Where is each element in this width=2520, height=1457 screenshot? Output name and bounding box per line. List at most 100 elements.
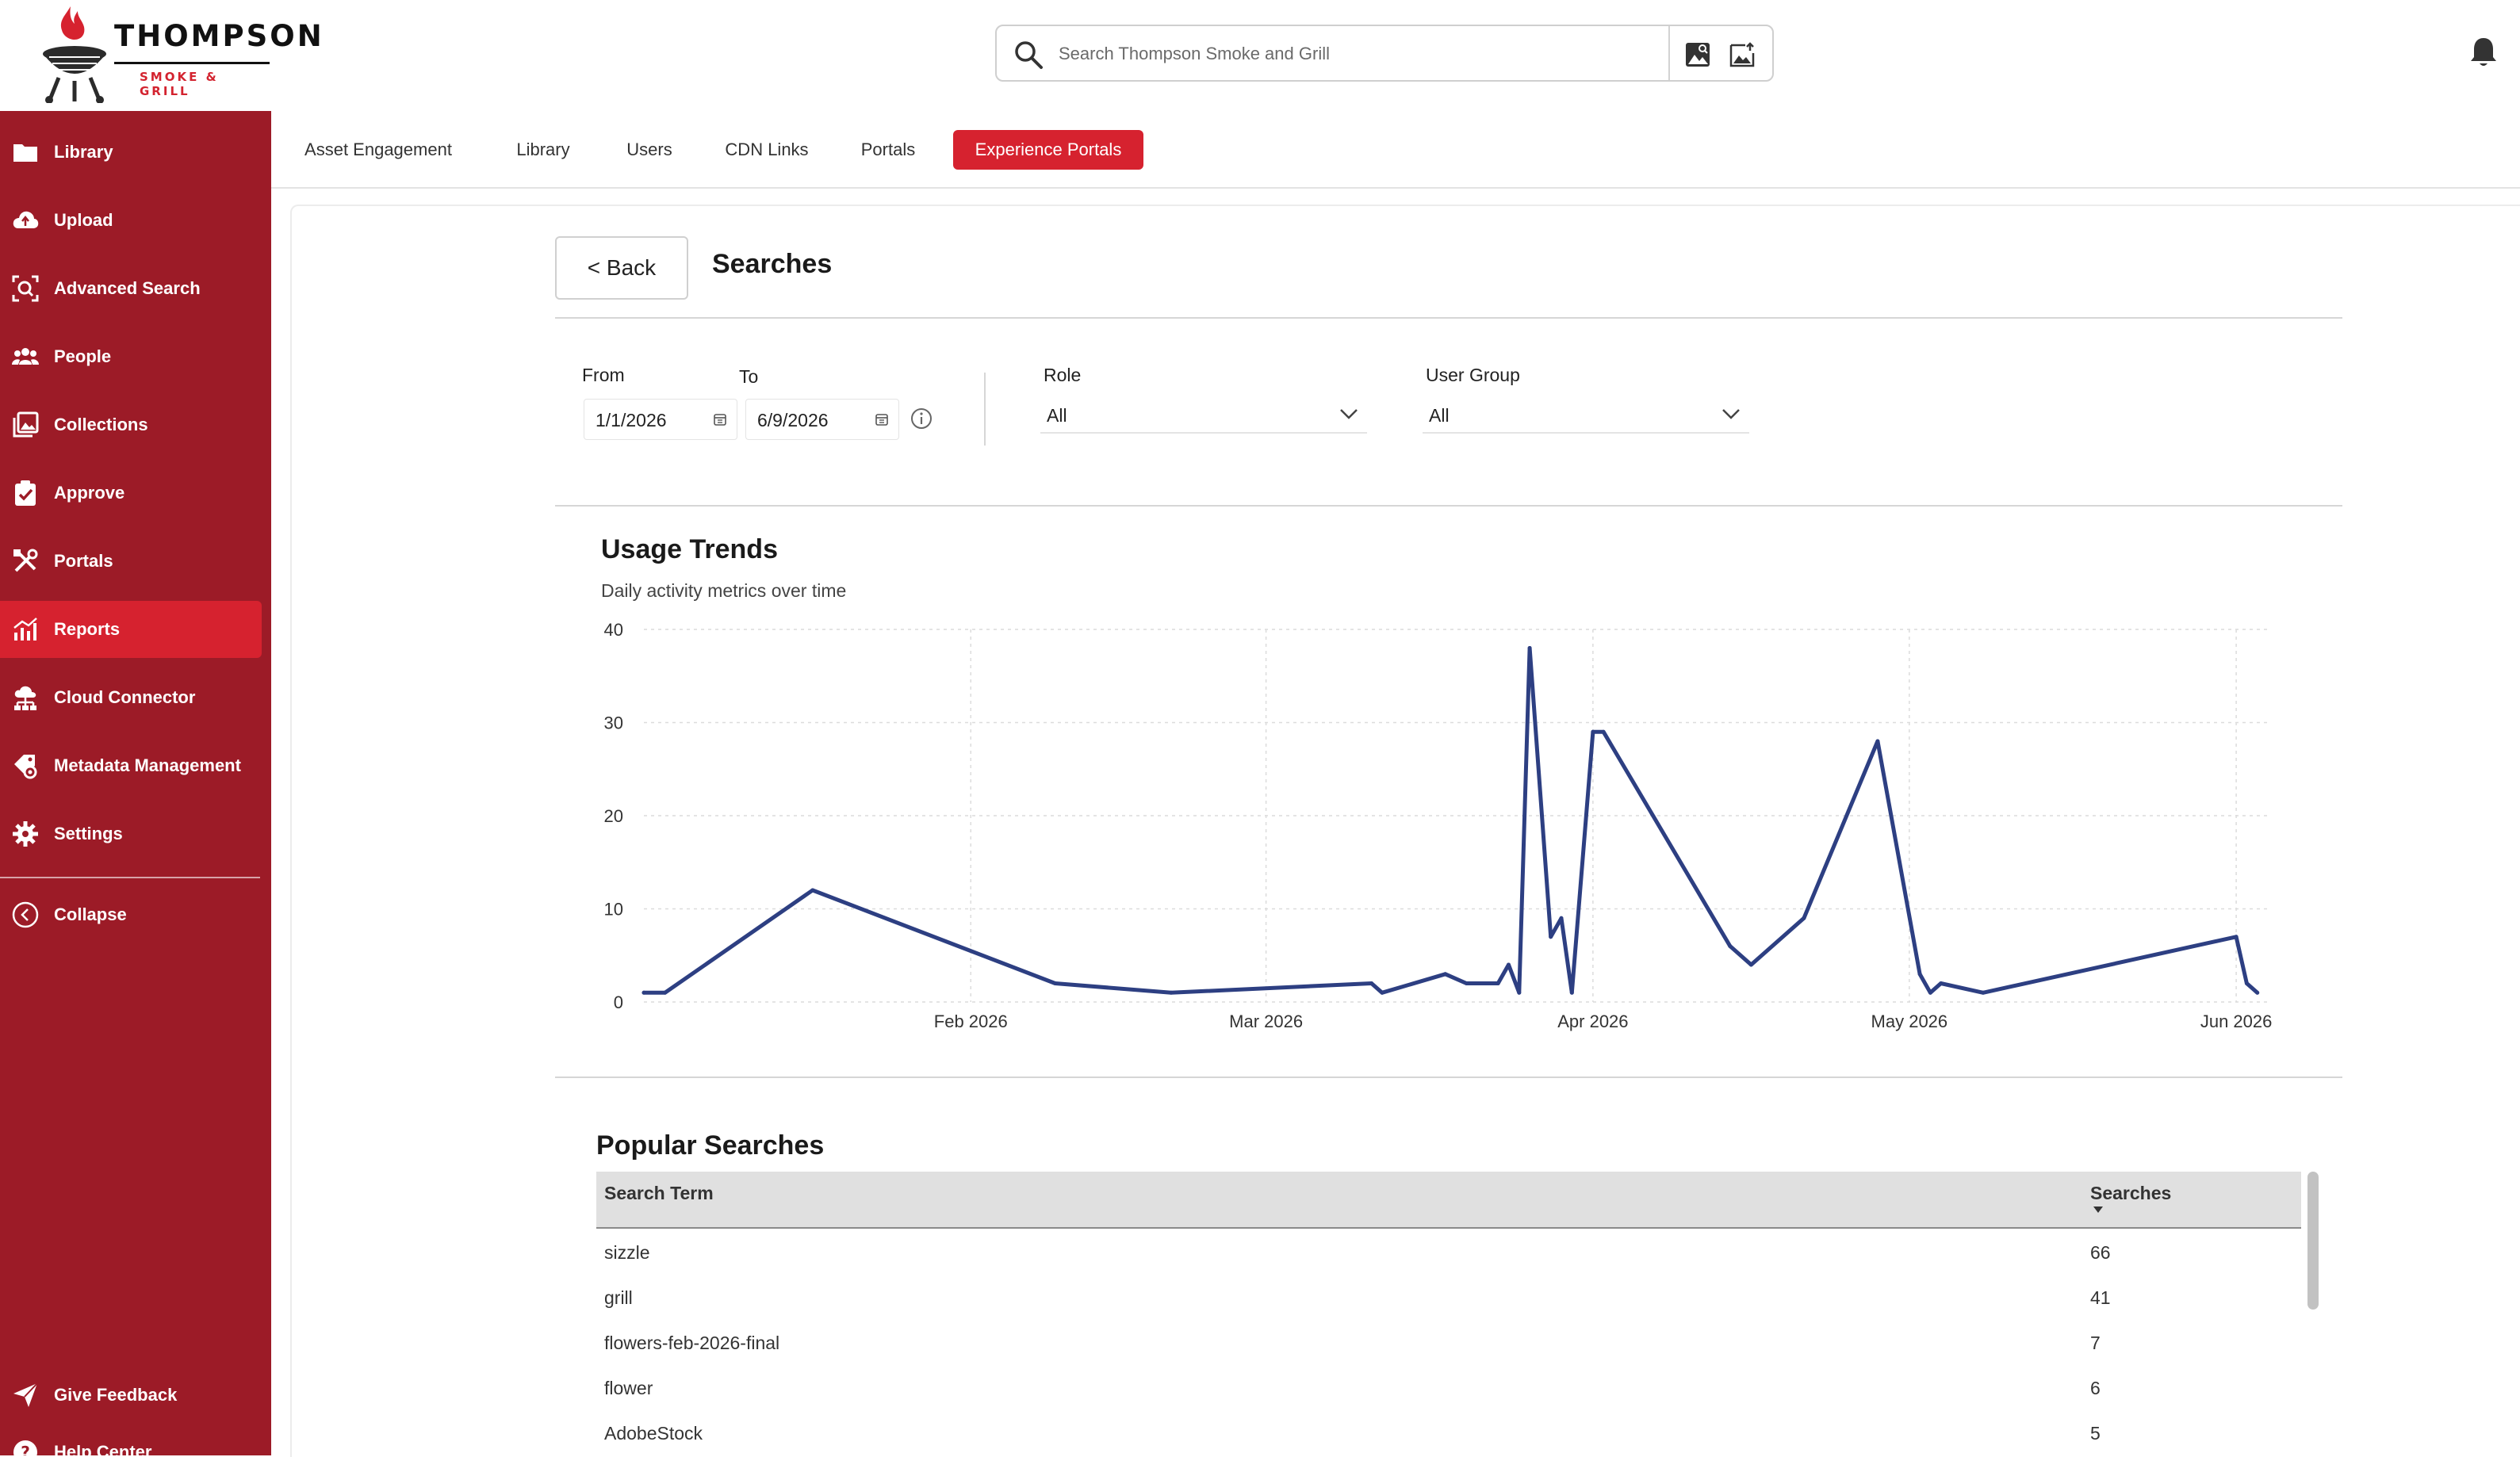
report-tabs: Asset Engagement Library Users CDN Links… xyxy=(271,111,2520,189)
sidebar-item-advanced-search[interactable]: Advanced Search xyxy=(0,260,262,317)
bar-chart-icon xyxy=(13,618,37,641)
image-search-icon[interactable] xyxy=(1683,40,1712,69)
table-row[interactable]: flowers-feb-2026-final 7 xyxy=(596,1321,2301,1366)
sidebar-item-collections[interactable]: Collections xyxy=(0,396,262,453)
sidebar-item-label: Upload xyxy=(54,210,113,230)
collections-icon xyxy=(13,411,39,438)
sidebar-item-label: Settings xyxy=(54,824,123,843)
y-tick-label: 30 xyxy=(604,713,623,733)
sidebar-item-people[interactable]: People xyxy=(0,328,262,385)
global-search[interactable] xyxy=(995,25,1774,82)
usage-trends-subtitle: Daily activity metrics over time xyxy=(601,580,847,601)
title-divider xyxy=(555,317,2342,319)
to-date-input[interactable]: 6/9/2026 xyxy=(745,399,899,440)
data-point xyxy=(1928,990,1932,995)
data-point xyxy=(1601,729,1606,734)
sidebar-item-reports[interactable]: Reports xyxy=(0,601,262,658)
table-scrollbar[interactable] xyxy=(2307,1172,2319,1310)
column-header-searches[interactable]: Searches xyxy=(2090,1183,2171,1204)
filter-divider xyxy=(984,373,986,446)
sidebar-item-approve[interactable]: Approve xyxy=(0,465,262,522)
sidebar-item-settings[interactable]: Settings xyxy=(0,805,262,862)
tab-cdn-links[interactable]: CDN Links xyxy=(714,130,820,170)
usage-trends-chart: 0 10 20 30 40 Feb 2026 Mar 2026 Apr 2026 May 202… xyxy=(604,620,2273,1031)
calendar-icon[interactable] xyxy=(875,412,889,426)
role-select[interactable]: All xyxy=(1040,397,1367,434)
series-line xyxy=(641,646,2260,995)
cloud-upload-icon xyxy=(13,211,39,228)
data-point xyxy=(1802,916,1806,920)
from-date-input[interactable]: 1/1/2026 xyxy=(584,399,737,440)
scan-search-icon xyxy=(12,275,39,302)
x-tick-label: May 2026 xyxy=(1871,1011,1948,1031)
back-button[interactable]: < Back xyxy=(555,236,688,300)
sidebar: Library Upload Advanced Search People Co… xyxy=(0,111,271,1455)
tab-asset-engagement[interactable]: Asset Engagement xyxy=(289,130,468,170)
data-point xyxy=(1527,646,1532,650)
search-term-cell: sizzle xyxy=(604,1242,650,1263)
table-row[interactable]: grill 41 xyxy=(596,1275,2301,1321)
data-point xyxy=(1569,990,1574,995)
tab-portals[interactable]: Portals xyxy=(848,130,928,170)
data-point xyxy=(2234,935,2239,939)
data-point xyxy=(1443,972,1448,977)
sidebar-give-feedback[interactable]: Give Feedback xyxy=(0,1367,262,1424)
calendar-icon[interactable] xyxy=(713,412,727,426)
data-point xyxy=(1496,981,1500,985)
gear-icon xyxy=(13,821,38,847)
data-point xyxy=(1591,729,1595,734)
brand-logo[interactable]: THOMPSON SMOKE & GRILL xyxy=(35,5,322,103)
svg-text:?: ? xyxy=(21,1443,30,1455)
sort-desc-icon[interactable] xyxy=(2092,1205,2104,1214)
user-group-select[interactable]: All xyxy=(1423,397,1749,434)
tab-experience-portals[interactable]: Experience Portals xyxy=(953,130,1143,170)
data-point xyxy=(1939,981,1944,985)
search-divider xyxy=(1668,26,1670,80)
data-point xyxy=(1549,935,1553,939)
search-count-cell: 66 xyxy=(2090,1242,2111,1263)
data-point xyxy=(663,990,668,995)
bell-icon[interactable] xyxy=(2468,35,2499,70)
info-icon[interactable] xyxy=(910,407,933,430)
data-point xyxy=(1875,739,1880,744)
search-count-cell: 6 xyxy=(2090,1378,2101,1398)
column-header-search-term[interactable]: Search Term xyxy=(604,1183,714,1204)
to-label: To xyxy=(739,366,759,387)
search-count-cell: 5 xyxy=(2090,1423,2101,1444)
sidebar-item-label: Metadata Management xyxy=(54,755,241,775)
table-row[interactable]: sizzle 66 xyxy=(596,1230,2301,1275)
search-term-cell: grill xyxy=(604,1287,633,1308)
sidebar-help-center[interactable]: ? Help Center xyxy=(0,1424,262,1455)
data-point xyxy=(1369,981,1374,985)
sidebar-item-metadata-management[interactable]: Metadata Management xyxy=(0,737,262,794)
search-term-cell: flower xyxy=(604,1378,653,1398)
sidebar-item-label: Cloud Connector xyxy=(54,687,196,707)
sidebar-item-label: Collapse xyxy=(54,904,127,924)
search-input[interactable] xyxy=(1059,39,1772,69)
x-tick-label: Mar 2026 xyxy=(1229,1011,1303,1031)
data-point xyxy=(1559,916,1564,920)
help-circle-icon: ? xyxy=(13,1440,37,1455)
data-point xyxy=(1748,962,1753,967)
sidebar-item-portals[interactable]: Portals xyxy=(0,533,262,590)
table-row[interactable]: AdobeStock 5 xyxy=(596,1411,2301,1456)
table-header: Search Term Searches xyxy=(596,1172,2301,1229)
tab-users[interactable]: Users xyxy=(614,130,685,170)
tab-library[interactable]: Library xyxy=(501,130,585,170)
sidebar-item-cloud-connector[interactable]: Cloud Connector xyxy=(0,669,262,726)
from-date-value: 1/1/2026 xyxy=(596,410,667,430)
data-point xyxy=(1380,990,1384,995)
table-row[interactable]: flower 6 xyxy=(596,1366,2301,1411)
image-upload-icon[interactable] xyxy=(1728,40,1756,69)
user-group-label: User Group xyxy=(1426,365,1520,385)
to-date-value: 6/9/2026 xyxy=(757,410,829,430)
search-icon[interactable] xyxy=(1013,39,1044,71)
sidebar-item-label: Collections xyxy=(54,415,148,434)
sidebar-item-upload[interactable]: Upload xyxy=(0,192,262,249)
data-point xyxy=(1728,944,1733,948)
data-point xyxy=(810,888,815,893)
sidebar-item-library[interactable]: Library xyxy=(0,124,262,181)
from-label: From xyxy=(582,365,625,385)
sidebar-collapse-button[interactable]: Collapse xyxy=(0,886,262,943)
y-tick-label: 0 xyxy=(614,992,623,1012)
